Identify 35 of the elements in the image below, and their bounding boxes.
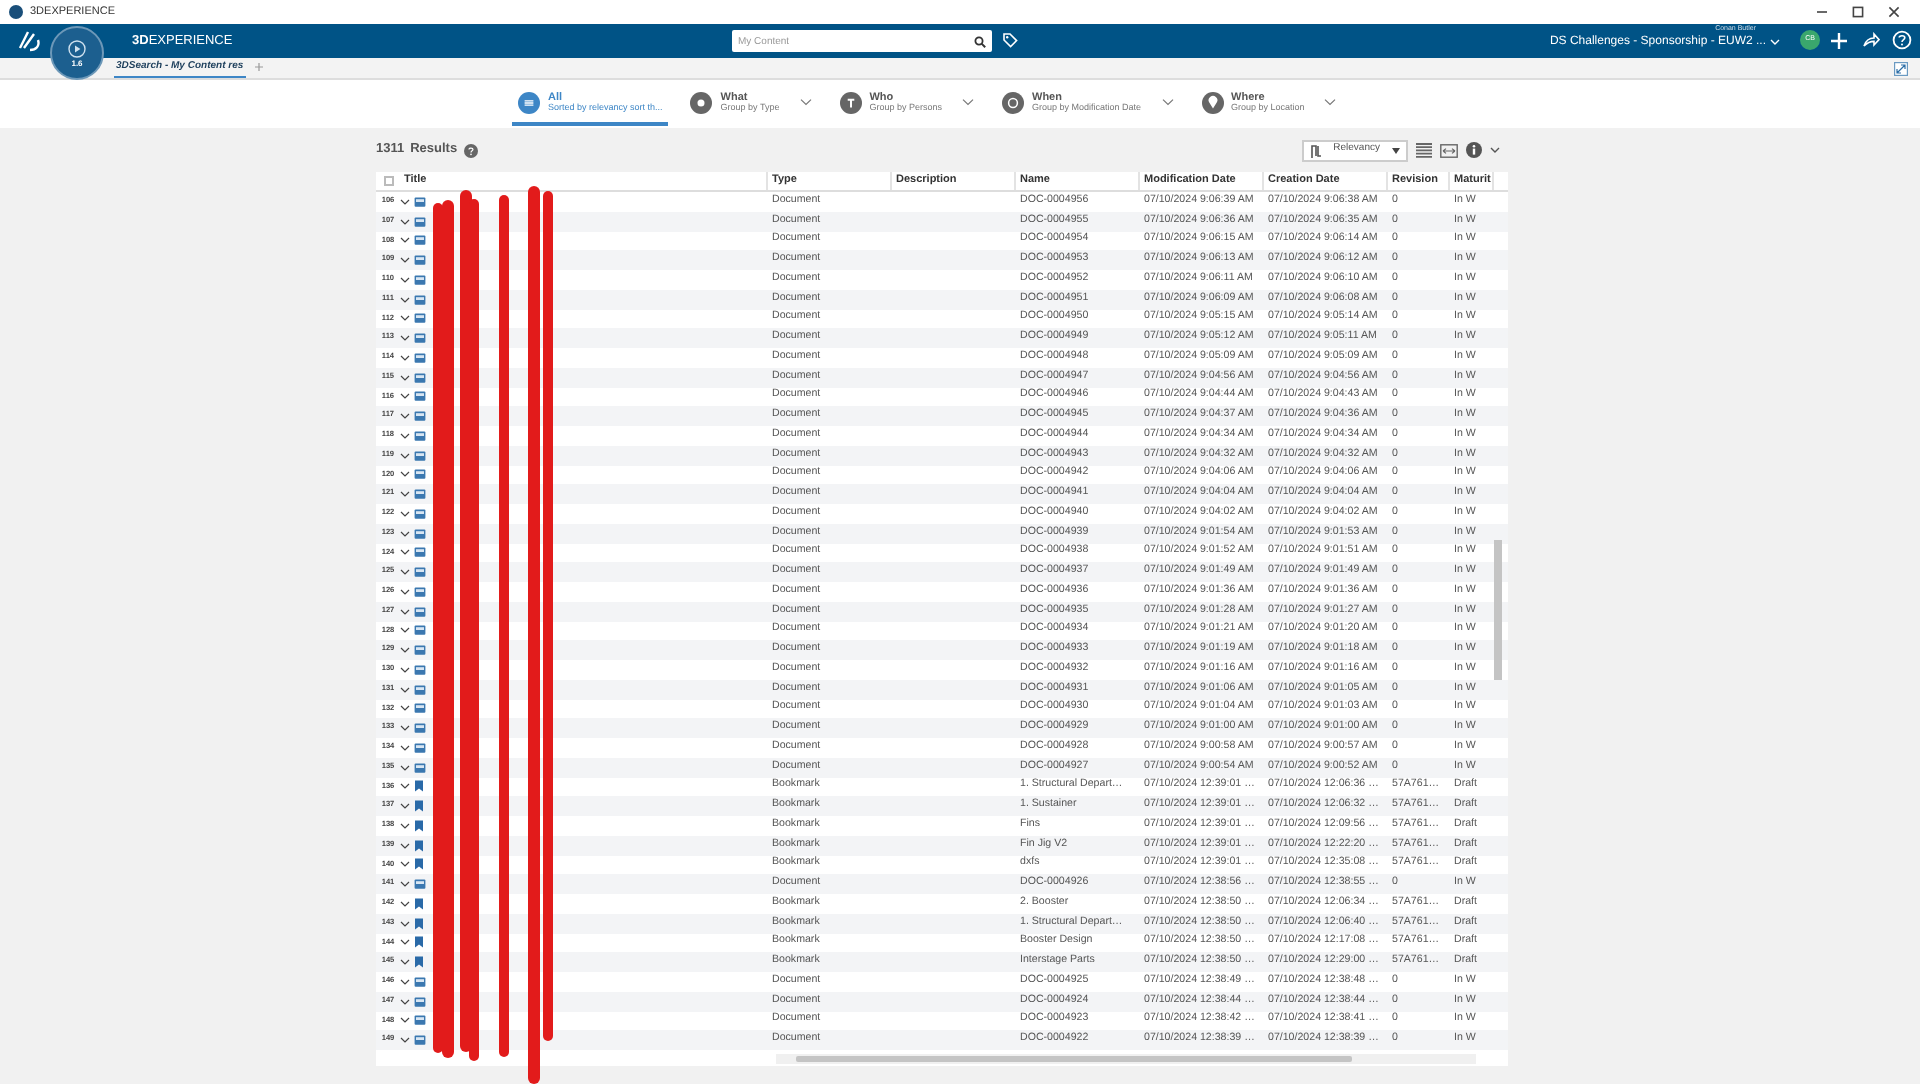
search-icon[interactable]: [974, 35, 986, 47]
close-icon[interactable]: [1888, 6, 1900, 18]
expand-icon[interactable]: [1894, 62, 1908, 76]
info-icon[interactable]: [1466, 142, 1482, 158]
app-icon: [8, 4, 24, 20]
scrollbar-thumb[interactable]: [1494, 540, 1502, 680]
list-view-icon[interactable]: [1416, 142, 1432, 158]
scrollbar-thumb[interactable]: [796, 1056, 1352, 1062]
clock-icon: [1002, 91, 1024, 113]
help-icon[interactable]: [1892, 30, 1912, 50]
fit-columns-icon[interactable]: [1440, 143, 1458, 157]
caret-icon: [962, 98, 974, 106]
select-all-checkbox[interactable]: [383, 176, 393, 186]
play-icon: [68, 39, 86, 57]
caret-icon: [1161, 98, 1174, 106]
plus-icon[interactable]: [1830, 32, 1848, 50]
caret-icon: [799, 98, 812, 106]
group-icon: [839, 91, 862, 113]
minimize-icon[interactable]: [1816, 6, 1828, 18]
document-icon: [414, 878, 426, 891]
list-icon: [518, 91, 540, 113]
caret-icon: [1392, 147, 1400, 153]
caret-icon[interactable]: [1490, 146, 1500, 154]
pin-icon: [1201, 91, 1224, 113]
chevron-icon[interactable]: [400, 1036, 410, 1045]
caret-icon: [1770, 38, 1780, 46]
ds-logo-icon[interactable]: [18, 30, 42, 52]
help-icon[interactable]: [463, 143, 478, 157]
caret-icon: [1324, 98, 1337, 106]
maximize-icon[interactable]: [1852, 6, 1864, 18]
sort-icon: [1309, 143, 1322, 157]
tag-icon[interactable]: [1002, 32, 1018, 48]
chevron-icon[interactable]: [400, 197, 410, 206]
group-icon: [690, 91, 713, 113]
share-icon[interactable]: [1862, 32, 1880, 48]
